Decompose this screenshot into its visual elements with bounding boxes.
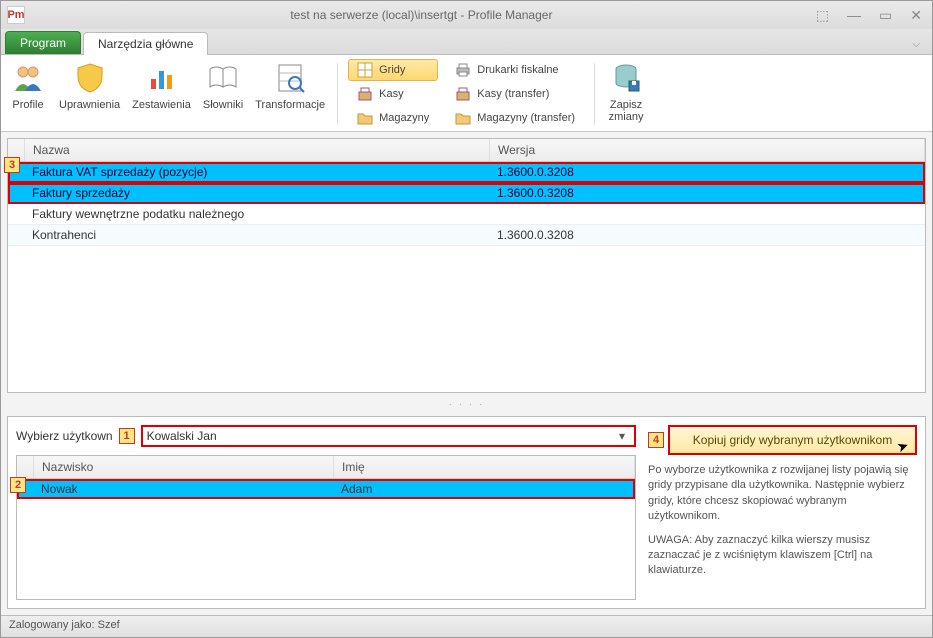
ribbon-label: Kasy [379, 88, 403, 100]
ribbon-collapse-icon[interactable]: ⌵ [904, 35, 928, 54]
ribbon-label: Drukarki fiskalne [477, 64, 558, 76]
splitter[interactable]: · · · · [7, 399, 926, 410]
bottom-left: Wybierz użytkown 1 Kowalski Jan ▾ 2 Nazw… [16, 425, 636, 600]
users-grid-body[interactable]: Nowak Adam [17, 479, 635, 599]
window-controls: ⬚ — ▭ ✕ [812, 7, 926, 24]
ribbon-magazyny[interactable]: Magazyny [348, 107, 438, 129]
user-select-row: Wybierz użytkown 1 Kowalski Jan ▾ [16, 425, 636, 447]
copy-button-label: Kopiuj gridy wybranym użytkownikom [693, 433, 892, 447]
folder-icon [357, 110, 373, 126]
cell-name: Faktury wewnętrzne podatku należnego [24, 204, 489, 224]
cell-name: Faktura VAT sprzedaży (pozycje) [24, 162, 489, 182]
ribbon: Profile Uprawnienia Zestawienia Słowniki… [1, 55, 932, 132]
cell-version: 1.3600.0.3208 [489, 183, 925, 203]
user-combo[interactable]: Kowalski Jan ▾ [141, 425, 636, 447]
grid-body[interactable]: Faktura VAT sprzedaży (pozycje) 1.3600.0… [8, 162, 925, 392]
table-row[interactable]: Kontrahenci 1.3600.0.3208 [8, 225, 925, 246]
sheet-search-icon [271, 59, 309, 97]
book-icon [204, 59, 242, 97]
users-grid-header: Nazwisko Imię [17, 456, 635, 479]
cell-surname: Nowak [33, 479, 333, 499]
col-imie[interactable]: Imię [334, 456, 635, 478]
ribbon-label: Magazyny (transfer) [477, 112, 575, 124]
chart-icon [143, 59, 181, 97]
ribbon-label: Słowniki [203, 99, 243, 111]
status-bar: Zalogowany jako: Szef [1, 615, 932, 637]
users-grid: Nazwisko Imię Nowak Adam [16, 455, 636, 600]
copy-grids-button[interactable]: Kopiuj gridy wybranym użytkownikom ➤ [668, 425, 917, 455]
bottom-panel: Wybierz użytkown 1 Kowalski Jan ▾ 2 Nazw… [7, 416, 926, 609]
badge-2: 2 [10, 477, 26, 493]
ribbon-magazyny-transfer[interactable]: Magazyny (transfer) [446, 107, 584, 129]
ribbon-kasy[interactable]: Kasy [348, 83, 438, 105]
ribbon-small-col2: Drukarki fiskalne Kasy (transfer) Magazy… [446, 59, 584, 129]
titlebar: Pm test na serwerze (local)\insertgt - P… [1, 1, 932, 29]
grid-header: Nazwa Wersja [8, 139, 925, 162]
bottom-right: 4 Kopiuj gridy wybranym użytkownikom ➤ P… [648, 425, 917, 600]
badge-1: 1 [119, 428, 135, 444]
tab-main-tools[interactable]: Narzędzia główne [83, 32, 208, 55]
ribbon-dictionaries[interactable]: Słowniki [201, 59, 245, 129]
ribbon-gridy[interactable]: Gridy [348, 59, 438, 81]
cell-name: Adam [333, 479, 635, 499]
cash-register-icon [455, 86, 471, 102]
table-row[interactable]: Faktury wewnętrzne podatku należnego [8, 204, 925, 225]
users-icon [9, 59, 47, 97]
cell-version [489, 204, 925, 224]
ribbon-transformations[interactable]: Transformacje [253, 59, 327, 129]
cell-version: 1.3600.0.3208 [489, 162, 925, 182]
printer-icon [455, 62, 471, 78]
ribbon-kasy-transfer[interactable]: Kasy (transfer) [446, 83, 584, 105]
table-row[interactable]: Nowak Adam [17, 479, 635, 499]
col-wersja[interactable]: Wersja [490, 139, 925, 161]
close-icon[interactable]: ✕ [906, 7, 926, 24]
app-icon: Pm [7, 6, 25, 24]
help-text-2: UWAGA: Aby zaznaczyć kilka wierszy musis… [648, 533, 917, 579]
cash-register-icon [357, 86, 373, 102]
ribbon-label: Magazyny [379, 112, 429, 124]
ribbon-tabs: Program Narzędzia główne ⌵ [1, 29, 932, 55]
table-row[interactable]: Faktura VAT sprzedaży (pozycje) 1.3600.0… [8, 162, 925, 183]
cursor-icon: ➤ [895, 437, 912, 457]
user-label: Wybierz użytkown [16, 429, 113, 443]
ribbon-label: Gridy [379, 64, 405, 76]
ribbon-label: Kasy (transfer) [477, 88, 549, 100]
tab-program[interactable]: Program [5, 31, 81, 54]
ribbon-drukarki[interactable]: Drukarki fiskalne [446, 59, 584, 81]
table-row[interactable]: Faktury sprzedaży 1.3600.0.3208 [8, 183, 925, 204]
badge-3: 3 [4, 157, 20, 173]
cell-name: Kontrahenci [24, 225, 489, 245]
cell-version: 1.3600.0.3208 [489, 225, 925, 245]
cell-name: Faktury sprzedaży [24, 183, 489, 203]
minimize-icon[interactable]: — [843, 7, 865, 24]
ribbon-label: Zapisz zmiany [609, 99, 644, 123]
badge-icon [71, 59, 109, 97]
status-text: Zalogowany jako: Szef [9, 619, 120, 631]
maximize-icon[interactable]: ▭ [875, 7, 896, 24]
grid-icon [357, 62, 373, 78]
ribbon-permissions[interactable]: Uprawnienia [57, 59, 122, 129]
ribbon-small-col1: Gridy Kasy Magazyny [348, 59, 438, 129]
window-title: test na serwerze (local)\insertgt - Prof… [31, 8, 812, 22]
help-icon[interactable]: ⬚ [812, 7, 833, 24]
ribbon-reports[interactable]: Zestawienia [130, 59, 193, 129]
ribbon-profile[interactable]: Profile [7, 59, 49, 129]
chevron-down-icon: ▾ [614, 429, 630, 443]
col-nazwa[interactable]: Nazwa [25, 139, 490, 161]
top-grid: 3 Nazwa Wersja Faktura VAT sprzedaży (po… [7, 138, 926, 393]
folder-icon [455, 110, 471, 126]
database-save-icon [607, 59, 645, 97]
help-text-1: Po wyborze użytkownika z rozwijanej list… [648, 463, 917, 525]
ribbon-label: Profile [12, 99, 43, 111]
content-area: 3 Nazwa Wersja Faktura VAT sprzedaży (po… [1, 132, 932, 615]
user-combo-value: Kowalski Jan [147, 429, 614, 443]
ribbon-label: Zestawienia [132, 99, 191, 111]
ribbon-label: Uprawnienia [59, 99, 120, 111]
ribbon-save[interactable]: Zapisz zmiany [605, 59, 647, 129]
main-window: Pm test na serwerze (local)\insertgt - P… [0, 0, 933, 638]
col-nazwisko[interactable]: Nazwisko [34, 456, 334, 478]
badge-4: 4 [648, 432, 664, 448]
ribbon-label: Transformacje [255, 99, 325, 111]
